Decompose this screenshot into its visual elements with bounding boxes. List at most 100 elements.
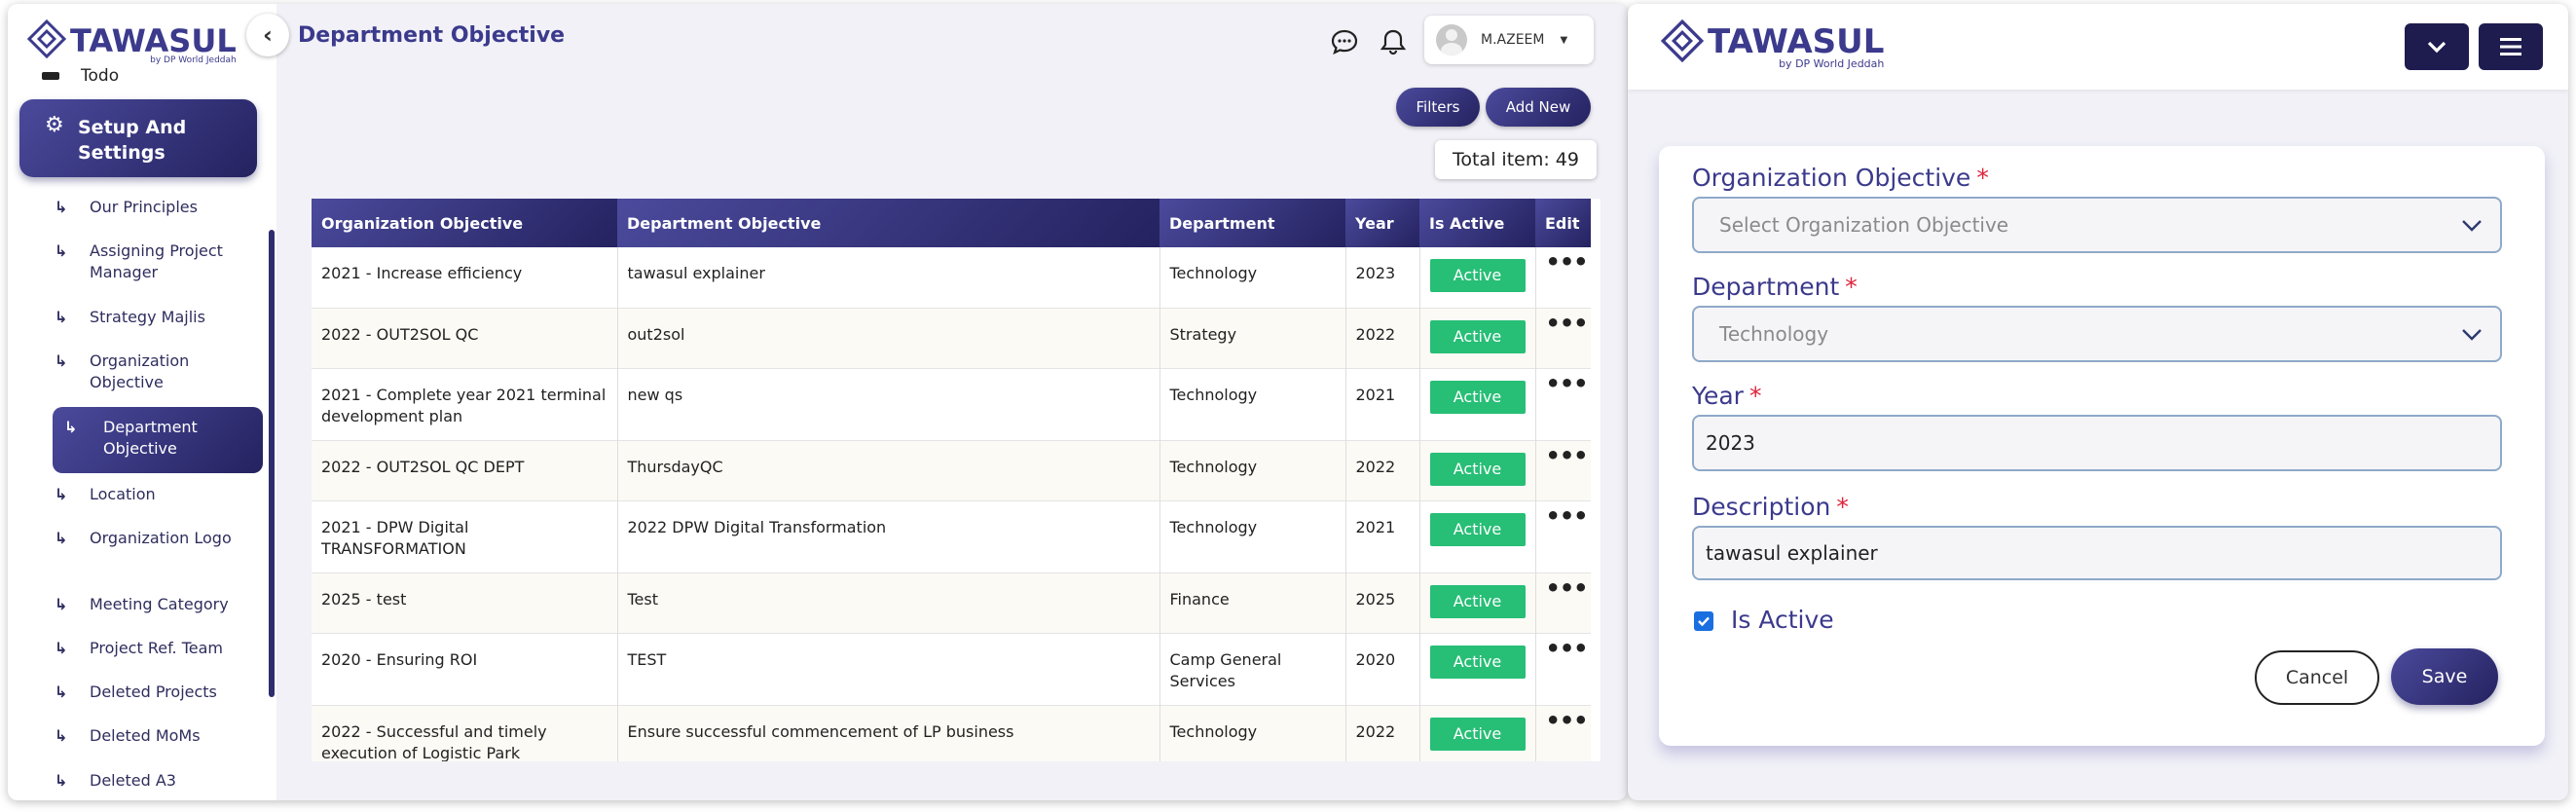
cell-year: 2021 <box>1345 500 1420 572</box>
sidebar-scrollbar[interactable] <box>269 230 275 697</box>
table-row[interactable]: 2025 - test Test Finance 2025 Active ••• <box>312 572 1591 633</box>
brand-name: TAWASUL <box>70 22 237 59</box>
sidebar-item-organization-objective[interactable]: ↳ Organization Objective <box>55 351 265 393</box>
description-input[interactable]: tawasul explainer <box>1692 526 2502 580</box>
sidebar-item-organization-logo[interactable]: ↳ Organization Logo <box>55 528 265 549</box>
sidebar-item-project-ref-team[interactable]: ↳ Project Ref. Team <box>55 638 265 659</box>
sidebar-item-label: Project Ref. Team <box>90 639 223 657</box>
filters-button[interactable]: Filters <box>1396 88 1480 127</box>
row-edit-button[interactable]: ••• <box>1535 633 1591 705</box>
cell-org-objective: 2022 - OUT2SOL QC DEPT <box>312 440 618 500</box>
sidebar: TAWASUL by DP World Jeddah Todo ⚙ Setup … <box>8 4 276 800</box>
row-edit-button[interactable]: ••• <box>1535 308 1591 368</box>
cancel-button[interactable]: Cancel <box>2255 650 2379 705</box>
cell-year: 2022 <box>1345 705 1420 761</box>
column-header[interactable]: Department <box>1159 199 1345 247</box>
cell-dept-objective: out2sol <box>617 308 1160 368</box>
status-badge: Active <box>1429 717 1526 751</box>
return-arrow-icon: ↳ <box>55 198 68 216</box>
sidebar-item-strategy-majlis[interactable]: ↳ Strategy Majlis <box>55 307 265 328</box>
column-header[interactable]: Edit <box>1535 199 1591 247</box>
cell-dept-objective: Test <box>617 572 1160 633</box>
cell-dept-objective: 2022 DPW Digital Transformation <box>617 500 1160 572</box>
chevron-down-icon <box>2462 329 2482 341</box>
column-header[interactable]: Organization Objective <box>312 199 617 247</box>
table-row[interactable]: 2022 - OUT2SOL QC DEPT ThursdayQC Techno… <box>312 440 1591 500</box>
sidebar-item-deleted-moms[interactable]: ↳ Deleted MoMs <box>55 725 265 747</box>
description-value: tawasul explainer <box>1706 541 1878 565</box>
sidebar-item-label: Strategy Majlis <box>90 308 205 326</box>
hamburger-icon <box>2500 38 2521 55</box>
sidebar-item-department-objective[interactable]: ↳ Department Objective <box>53 407 263 473</box>
brand-name: TAWASUL <box>1708 22 1885 61</box>
expand-button[interactable] <box>2405 23 2469 70</box>
sidebar-item-deleted-a3[interactable]: ↳ Deleted A3 <box>55 770 265 792</box>
sidebar-item-assigning-pm[interactable]: ↳ Assigning Project Manager <box>55 240 265 283</box>
is-active-checkbox[interactable] <box>1694 611 1713 631</box>
row-edit-button[interactable]: ••• <box>1535 440 1591 500</box>
org-objective-select[interactable]: Select Organization Objective <box>1692 197 2502 253</box>
status-badge: Active <box>1429 645 1526 679</box>
table-row[interactable]: 2021 - Increase efficiency tawasul expla… <box>312 247 1591 308</box>
department-select[interactable]: Technology <box>1692 306 2502 362</box>
table-row[interactable]: 2022 - Successful and timely execution o… <box>312 705 1591 761</box>
return-arrow-icon: ↳ <box>55 529 68 547</box>
row-edit-button[interactable]: ••• <box>1535 572 1591 633</box>
year-input[interactable]: 2023 <box>1692 415 2502 471</box>
add-new-button[interactable]: Add New <box>1486 88 1591 127</box>
sidebar-section-setup[interactable]: ⚙ Setup And Settings <box>19 99 257 177</box>
cell-dept-objective: ThursdayQC <box>617 440 1160 500</box>
user-menu[interactable]: M.AZEEM ▼ <box>1424 16 1594 64</box>
return-arrow-icon: ↳ <box>55 485 68 503</box>
row-edit-button[interactable]: ••• <box>1535 705 1591 761</box>
sidebar-item-label: Location <box>90 485 156 503</box>
checkmark-icon <box>1698 616 1710 627</box>
status-badge: Active <box>1429 380 1526 414</box>
bell-icon[interactable] <box>1379 27 1408 56</box>
table-row[interactable]: 2020 - Ensuring ROI TEST Camp General Se… <box>312 633 1591 705</box>
sidebar-item-label: Our Principles <box>90 198 198 216</box>
table-row[interactable]: 2022 - OUT2SOL QC out2sol Strategy 2022 … <box>312 308 1591 368</box>
save-button[interactable]: Save <box>2391 648 2498 705</box>
sidebar-item-label: Deleted A3 <box>90 771 176 790</box>
collapse-sidebar-button[interactable]: ‹ <box>246 14 289 56</box>
objective-form: Organization Objective * Select Organizat… <box>1659 146 2545 746</box>
sidebar-item-meeting-category[interactable]: ↳ Meeting Category <box>55 594 265 615</box>
column-header[interactable]: Is Active <box>1419 199 1535 247</box>
table-row[interactable]: 2021 - Complete year 2021 terminal devel… <box>312 368 1591 440</box>
return-arrow-icon: ↳ <box>55 308 68 326</box>
row-edit-button[interactable]: ••• <box>1535 247 1591 308</box>
sidebar-item-location[interactable]: ↳ Location <box>55 484 265 505</box>
user-name: M.AZEEM <box>1481 32 1545 48</box>
table-row[interactable]: 2021 - DPW Digital TRANSFORMATION 2022 D… <box>312 500 1591 572</box>
return-arrow-icon: ↳ <box>55 771 68 790</box>
description-label: Description * <box>1692 493 1849 521</box>
sidebar-item-todo[interactable]: Todo <box>42 66 119 86</box>
status-badge: Active <box>1429 259 1526 292</box>
year-label: Year * <box>1692 382 1762 410</box>
sidebar-item-label: Deleted MoMs <box>90 726 201 745</box>
brand-logo[interactable]: TAWASUL by DP World Jeddah <box>1661 19 1884 70</box>
caret-down-icon: ▼ <box>1560 34 1568 46</box>
menu-button[interactable] <box>2479 23 2543 70</box>
cell-year: 2021 <box>1345 368 1420 440</box>
cell-department: Technology <box>1159 440 1346 500</box>
cell-year: 2022 <box>1345 308 1420 368</box>
column-header[interactable]: Year <box>1345 199 1419 247</box>
sidebar-item-deleted-projects[interactable]: ↳ Deleted Projects <box>55 682 265 703</box>
sidebar-item-our-principles[interactable]: ↳ Our Principles <box>55 197 265 218</box>
cell-org-objective: 2022 - OUT2SOL QC <box>312 308 618 368</box>
return-arrow-icon: ↳ <box>55 683 68 701</box>
row-edit-button[interactable]: ••• <box>1535 500 1591 572</box>
brand-logo[interactable]: TAWASUL by DP World Jeddah <box>27 19 237 65</box>
return-arrow-icon: ↳ <box>55 351 68 370</box>
cell-dept-objective: tawasul explainer <box>617 247 1160 308</box>
department-value: Technology <box>1719 322 1829 346</box>
chevron-left-icon: ‹ <box>263 21 273 49</box>
status-badge: Active <box>1429 319 1526 353</box>
column-header[interactable]: Department Objective <box>617 199 1159 247</box>
chat-icon[interactable] <box>1330 27 1359 56</box>
cell-department: Technology <box>1159 247 1346 308</box>
return-arrow-icon: ↳ <box>55 241 68 260</box>
row-edit-button[interactable]: ••• <box>1535 368 1591 440</box>
